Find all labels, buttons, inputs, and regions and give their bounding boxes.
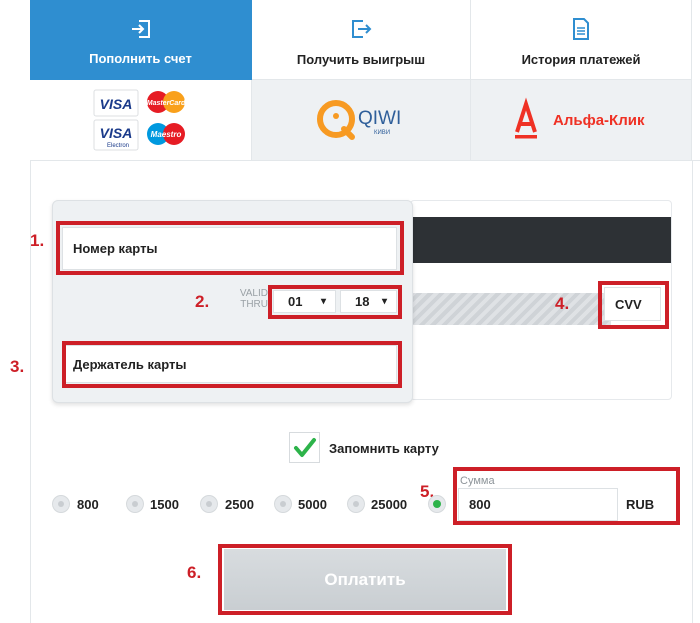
amount-label-1500: 1500 (150, 497, 179, 512)
card-number-field[interactable]: Номер карты (62, 227, 397, 270)
tab-history[interactable]: История платежей (471, 0, 692, 80)
content-border-left (30, 160, 31, 623)
card-holder-placeholder: Держатель карты (73, 356, 187, 372)
step-6: 6. (187, 563, 202, 582)
step-2: 2. (195, 292, 210, 311)
alfa-name: Альфа-Клик (553, 112, 645, 129)
amount-radio-5000[interactable] (274, 495, 292, 513)
tab-deposit-label: Пополнить счет (89, 51, 192, 66)
expiry-year-value: 18 (355, 294, 370, 309)
step-1: 1. (30, 231, 45, 250)
qiwi-logo: QIWI КИВИ (317, 100, 401, 140)
chevron-down-icon: ▾ (320, 296, 326, 307)
sum-value: 800 (469, 497, 491, 512)
valid-thru-label: VALID THRU (239, 288, 268, 310)
magnetic-stripe (411, 217, 671, 263)
electron-label: Electron (107, 143, 129, 149)
expiry-year-select[interactable]: 18 ▾ (340, 290, 397, 313)
document-icon (471, 18, 691, 42)
tab-withdraw[interactable]: Получить выигрыш (252, 0, 471, 80)
step-4: 4. (555, 294, 570, 313)
amount-radio-800[interactable] (52, 495, 70, 513)
tab-withdraw-label: Получить выигрыш (296, 52, 426, 67)
amount-label-25000: 25000 (371, 497, 408, 512)
divider (30, 160, 700, 161)
amount-radio-2500[interactable] (200, 495, 218, 513)
qiwi-name: QIWI (358, 108, 401, 129)
card-number-placeholder: Номер карты (73, 241, 158, 256)
amount-label-800: 800 (77, 497, 99, 512)
signature-strip (411, 293, 611, 325)
step-3: 3. (10, 357, 25, 376)
logout-icon (252, 18, 470, 42)
pay-button[interactable]: Оплатить (224, 549, 506, 610)
amount-radio-25000[interactable] (347, 495, 365, 513)
cvv-placeholder: CVV (615, 296, 642, 312)
sum-label: Сумма (460, 475, 495, 487)
qiwi-sub: КИВИ (374, 130, 390, 136)
alfa-logo: Альфа-Клик (515, 97, 645, 139)
amount-radio-1500[interactable] (126, 495, 144, 513)
cvv-field[interactable]: CVV (604, 287, 661, 321)
mastercard-logo: MasterCard (147, 100, 186, 107)
content-border-right (692, 160, 693, 623)
maestro-logo: Maestro (151, 130, 182, 139)
sum-input[interactable]: 800 (458, 488, 618, 521)
chevron-down-icon: ▾ (381, 296, 387, 307)
payment-page: Пополнить счет Получить выигрыш История … (0, 0, 700, 623)
visa-electron-logo: VISA (100, 125, 133, 141)
currency-label: RUB (626, 497, 655, 512)
remember-card-checkbox[interactable] (289, 432, 320, 463)
tab-history-label: История платежей (521, 52, 641, 67)
expiry-month-select[interactable]: 01 ▾ (273, 290, 336, 313)
amount-label-5000: 5000 (298, 497, 327, 512)
amount-label-2500: 2500 (225, 497, 254, 512)
card-logos-icon: VISA VISA Electron MasterCard Maestro (93, 89, 186, 151)
tab-deposit[interactable]: Пополнить счет (30, 0, 252, 87)
remember-card-label: Запомнить карту (329, 441, 439, 456)
visa-logo: VISA (100, 96, 133, 112)
login-icon (30, 18, 251, 42)
expiry-month-value: 01 (288, 294, 303, 309)
amount-radio-custom[interactable] (428, 495, 446, 513)
method-alfa-click[interactable]: Альфа-Клик (471, 80, 692, 160)
card-holder-field[interactable]: Держатель карты (62, 345, 397, 383)
method-qiwi[interactable]: QIWI КИВИ (252, 80, 471, 160)
checkmark-icon (294, 438, 316, 457)
method-bank-cards[interactable]: VISA VISA Electron MasterCard Maestro (30, 80, 252, 160)
